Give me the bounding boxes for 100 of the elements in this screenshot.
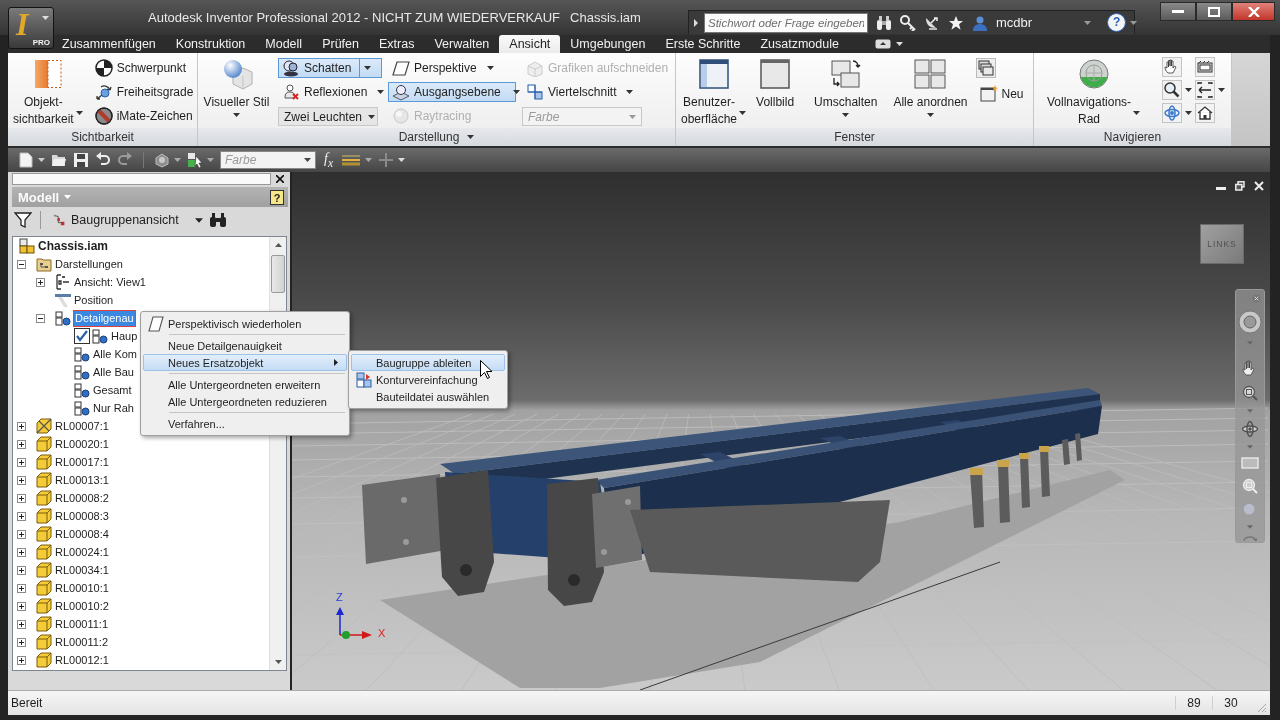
home-icon[interactable]	[1195, 103, 1216, 123]
binoculars-icon[interactable]	[208, 211, 227, 229]
lighting-dropdown[interactable]: Zwei Leuchten	[278, 107, 378, 126]
tree-item[interactable]: RL00011:2	[54, 634, 109, 650]
ribbon-tab[interactable]: Extras	[368, 35, 425, 53]
caret-icon[interactable]	[1185, 88, 1193, 92]
orbit-icon[interactable]	[1162, 103, 1183, 123]
orbit-icon[interactable]	[1241, 420, 1259, 438]
chassis-frame-model[interactable]	[362, 388, 1102, 606]
expand-arrow-icon[interactable]	[694, 18, 698, 27]
tree-item[interactable]: RL00010:1	[54, 580, 110, 596]
checkbox-checked-icon[interactable]	[74, 328, 90, 344]
menu-item[interactable]: Neues Ersatzobjekt	[143, 354, 347, 371]
scrollbar-thumb[interactable]	[271, 255, 285, 293]
switch-window-button[interactable]: Umschalten	[812, 56, 880, 117]
tree-item[interactable]: Haup	[110, 328, 139, 344]
tree-item[interactable]: Nur Rah	[92, 400, 135, 416]
resize-grip-icon[interactable]	[1257, 703, 1267, 713]
tree-item[interactable]: RL00034:1	[54, 562, 110, 578]
perspective-button[interactable]: Perspektive	[388, 58, 516, 78]
zoom-icon[interactable]	[1241, 384, 1259, 402]
tree-item[interactable]: RL00020:1	[54, 436, 110, 452]
ribbon-tab[interactable]: Zusatzmodule	[750, 35, 849, 53]
tree-item[interactable]: RL00010:2	[54, 598, 110, 614]
menu-item[interactable]: Baugruppe ableiten	[351, 354, 505, 371]
ribbon-tab[interactable]: Verwalten	[424, 35, 500, 53]
film-frame-icon[interactable]	[1195, 57, 1216, 77]
ribbon-tab[interactable]: Modell	[255, 35, 313, 53]
zoom-icon[interactable]	[1162, 80, 1183, 100]
star-icon[interactable]	[948, 14, 964, 31]
previous-view-icon[interactable]	[1195, 80, 1216, 100]
plus-box-icon[interactable]	[17, 421, 26, 431]
arrange-all-button[interactable]: Alle anordnen	[891, 56, 970, 117]
tree-item[interactable]: RL00008:3	[54, 508, 110, 524]
imate-symbol-button[interactable]: iMate-Zeichen	[90, 106, 198, 126]
filter-icon[interactable]	[14, 211, 32, 229]
plus-box-icon[interactable]	[17, 493, 26, 503]
plus-box-icon[interactable]	[17, 565, 26, 575]
degrees-of-freedom-button[interactable]: Freiheitsgrade	[90, 82, 198, 102]
plus-box-icon[interactable]	[17, 583, 26, 593]
ribbon-tab[interactable]: Zusammenfügen	[52, 35, 166, 53]
plus-box-icon[interactable]	[17, 655, 26, 665]
tree-item[interactable]: Position	[73, 292, 115, 308]
shadows-button[interactable]: Schatten	[278, 58, 382, 78]
maximize-button[interactable]	[1196, 2, 1232, 21]
plus-box-icon[interactable]	[17, 529, 26, 539]
help-button[interactable]: ?	[270, 189, 284, 205]
plus-box-icon[interactable]	[17, 619, 26, 629]
plus-box-icon[interactable]	[17, 457, 26, 467]
restore-icon[interactable]	[1235, 181, 1245, 191]
tree-item[interactable]: Ansicht: View1	[73, 274, 147, 290]
binoculars-icon[interactable]	[876, 14, 892, 31]
line-weight-icon[interactable]	[341, 152, 362, 168]
minus-box-icon[interactable]	[17, 259, 26, 269]
quarter-section-button[interactable]: Viertelschnitt	[522, 82, 672, 102]
plus-box-icon[interactable]	[17, 547, 26, 557]
tree-item[interactable]: Alle Kom	[92, 346, 139, 362]
plus-box-icon[interactable]	[17, 601, 26, 611]
ribbon-tab[interactable]: Prüfen	[312, 35, 369, 53]
visual-style-button[interactable]: Visueller Stil	[201, 56, 272, 117]
ring-icon[interactable]	[1238, 310, 1262, 334]
close-icon[interactable]	[276, 175, 284, 183]
object-visibility-button[interactable]: Objekt-sichtbarkeit	[11, 56, 85, 128]
menu-item[interactable]: Konturvereinfachung	[351, 371, 505, 388]
tree-item[interactable]: RL00008:4	[54, 526, 110, 542]
function-button[interactable]: f$_{x}$	[322, 150, 336, 170]
tree-item[interactable]: RL00024:1	[54, 544, 110, 560]
reflections-button[interactable]: Reflexionen	[278, 82, 382, 102]
search-field[interactable]: Stichwort oder Frage eingeben	[704, 12, 868, 33]
user-icon[interactable]	[972, 14, 988, 31]
tree-item[interactable]: RL00007:1	[54, 418, 110, 434]
satellite-dish-icon[interactable]	[924, 14, 940, 31]
menu-item[interactable]: Bauteildatei auswählen	[351, 388, 505, 405]
stacked-windows-icon[interactable]	[975, 58, 996, 78]
center-of-gravity-button[interactable]: Schwerpunkt	[90, 58, 198, 78]
hexagon-icon[interactable]	[154, 152, 170, 168]
tree-item[interactable]: Gesamt	[92, 382, 133, 398]
save-icon[interactable]	[73, 152, 89, 168]
tree-item[interactable]: Alle Bau	[92, 364, 135, 380]
tree-item[interactable]: Detailgenau	[73, 309, 136, 327]
tree-item[interactable]: RL00017:1	[54, 454, 110, 470]
plus-box-icon[interactable]	[17, 637, 26, 647]
caret-icon[interactable]	[398, 158, 406, 162]
tree-item[interactable]: Chassis.iam	[37, 238, 110, 254]
plus-box-icon[interactable]	[36, 277, 45, 287]
open-folder-icon[interactable]	[51, 152, 67, 168]
tree-item[interactable]: RL00012:1	[54, 652, 110, 668]
new-file-icon[interactable]	[18, 152, 34, 168]
ribbon-tab[interactable]: Umgebungen	[560, 35, 656, 53]
plus-box-icon[interactable]	[17, 475, 26, 485]
plus-icon[interactable]	[378, 152, 395, 168]
full-screen-button[interactable]: Vollbild	[754, 56, 797, 111]
new-window-button[interactable]: Neu	[975, 84, 1028, 104]
caret-icon[interactable]	[1218, 88, 1226, 92]
minimize-button[interactable]	[1160, 2, 1196, 21]
tree-item[interactable]: RL00011:1	[54, 616, 109, 632]
select-cubes-icon[interactable]	[187, 152, 203, 168]
tree-item[interactable]: RL00013:1	[54, 472, 110, 488]
ribbon-tab[interactable]: Erste Schritte	[655, 35, 751, 53]
ribbon-tab[interactable]: Ansicht	[499, 35, 561, 53]
